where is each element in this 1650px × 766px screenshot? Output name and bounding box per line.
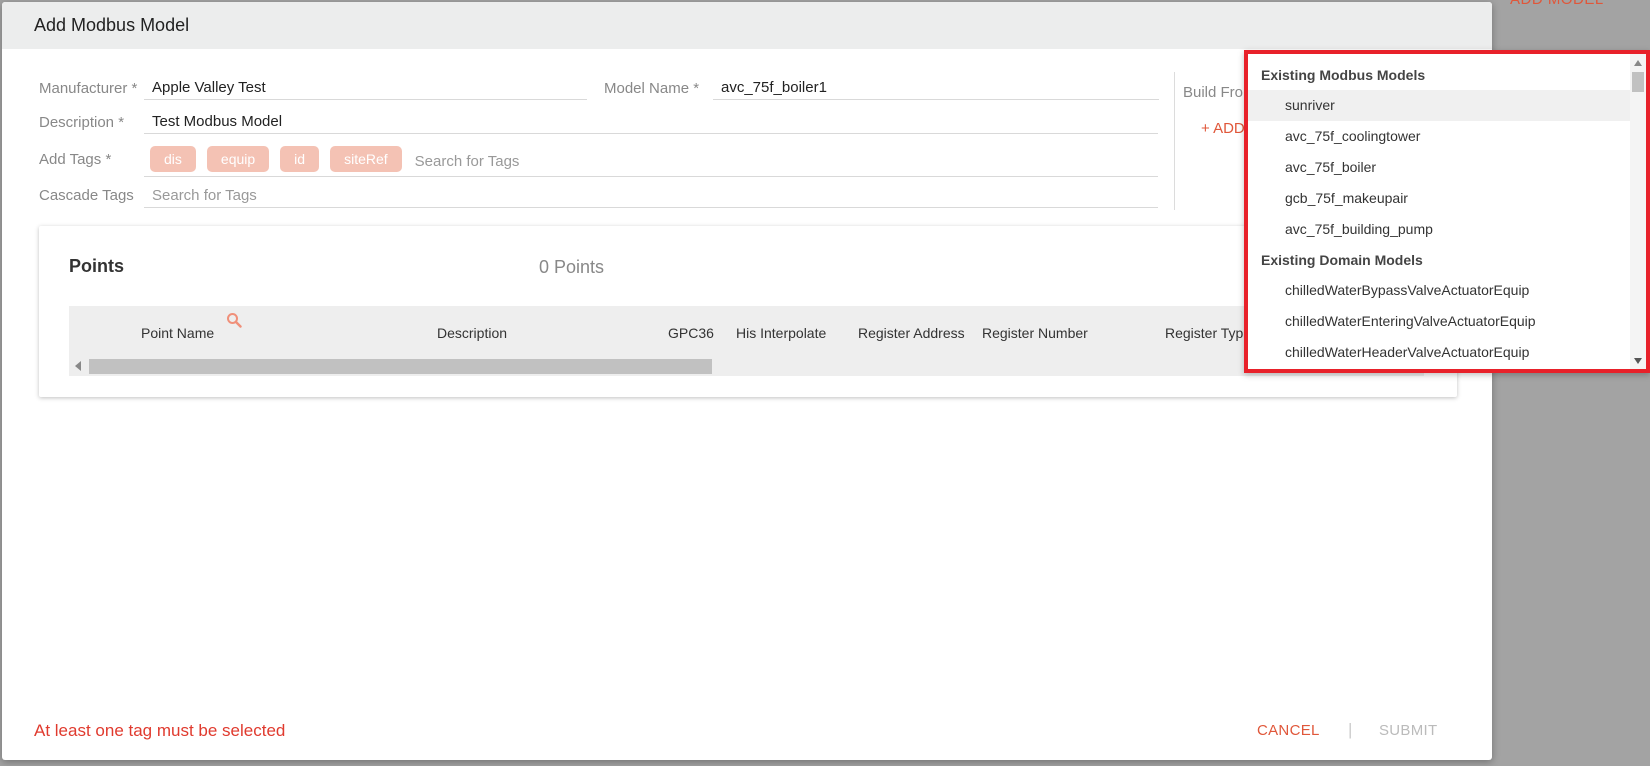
tag-chip-equip[interactable]: equip	[206, 145, 270, 172]
model-name-input[interactable]: avc_75f_boiler1	[713, 76, 1159, 100]
column-description[interactable]: Description	[437, 325, 507, 341]
cancel-button[interactable]: CANCEL	[1257, 722, 1320, 739]
column-gpc36[interactable]: GPC36	[668, 325, 714, 341]
description-value: Test Modbus Model	[152, 113, 283, 130]
manufacturer-input[interactable]: Apple Valley Test	[144, 76, 587, 100]
column-point-name[interactable]: Point Name	[141, 325, 214, 341]
dropdown-item[interactable]: avc_75f_building_pump	[1248, 214, 1630, 245]
tag-chip-id[interactable]: id	[280, 145, 320, 172]
dropdown-group-domain-models: Existing Domain Models	[1261, 252, 1423, 268]
dropdown-group-modbus-models: Existing Modbus Models	[1261, 67, 1426, 83]
add-tags-input[interactable]: dis equip id siteRef Search for Tags	[144, 141, 1158, 177]
dropdown-item[interactable]: chilledWaterBypassValveActuatorEquip	[1248, 275, 1630, 306]
dialog-header: Add Modbus Model	[2, 2, 1492, 49]
column-his-interpolate[interactable]: His Interpolate	[736, 325, 826, 341]
column-register-address[interactable]: Register Address	[858, 325, 965, 341]
add-model-button[interactable]: ADD MODEL	[1510, 0, 1604, 8]
dropdown-scrollbar[interactable]	[1630, 54, 1646, 369]
description-label: Description *	[39, 114, 125, 131]
dialog-title: Add Modbus Model	[34, 15, 190, 35]
cascade-tags-label: Cascade Tags	[39, 187, 134, 204]
points-title: Points	[69, 256, 125, 276]
model-name-value: avc_75f_boiler1	[721, 79, 827, 96]
form-divider	[1174, 72, 1175, 210]
add-tags-label: Add Tags *	[39, 150, 112, 168]
cascade-tags-row: Cascade Tags Search for Tags	[39, 182, 1158, 208]
build-from-add-button[interactable]: + ADD	[1201, 120, 1245, 137]
add-tags-search-placeholder[interactable]: Search for Tags	[415, 147, 520, 170]
model-name-label: Model Name *	[604, 80, 700, 97]
manufacturer-row: Manufacturer * Apple Valley Test	[39, 76, 587, 100]
tag-chip-dis[interactable]: dis	[150, 145, 196, 172]
build-from-dropdown: Existing Modbus Models sunriver avc_75f_…	[1244, 50, 1650, 373]
search-icon[interactable]	[226, 312, 242, 333]
points-count: 0 Points	[539, 257, 605, 277]
cascade-tags-placeholder: Search for Tags	[152, 187, 257, 204]
scroll-down-icon[interactable]	[1634, 358, 1642, 364]
dropdown-scrollbar-thumb[interactable]	[1632, 72, 1644, 92]
description-input[interactable]: Test Modbus Model	[144, 110, 1158, 134]
dropdown-item[interactable]: avc_75f_boiler	[1248, 152, 1630, 183]
dropdown-list: Existing Modbus Models sunriver avc_75f_…	[1248, 54, 1630, 369]
column-register-number[interactable]: Register Number	[982, 325, 1088, 341]
manufacturer-value: Apple Valley Test	[152, 79, 266, 96]
footer-separator: |	[1348, 720, 1353, 739]
scrollbar-thumb[interactable]	[89, 359, 712, 374]
dropdown-item[interactable]: avc_75f_coolingtower	[1248, 121, 1630, 152]
manufacturer-label: Manufacturer *	[39, 80, 138, 97]
submit-button[interactable]: SUBMIT	[1379, 722, 1437, 739]
tag-chip-siteref[interactable]: siteRef	[330, 145, 402, 172]
column-register-type[interactable]: Register Type	[1165, 325, 1251, 341]
cascade-tags-input[interactable]: Search for Tags	[144, 182, 1158, 208]
dropdown-item[interactable]: chilledWaterEnteringValveActuatorEquip	[1248, 306, 1630, 337]
add-tags-row: Add Tags * dis equip id siteRef Search f…	[39, 141, 1158, 177]
dropdown-item[interactable]: gcb_75f_makeupair	[1248, 183, 1630, 214]
description-row: Description * Test Modbus Model	[39, 110, 1158, 134]
points-table-header: Point Name Description GPC36 His Interpo…	[69, 306, 1424, 356]
scroll-up-icon[interactable]	[1634, 60, 1642, 66]
dropdown-item[interactable]: sunriver	[1248, 90, 1630, 121]
model-name-row: Model Name * avc_75f_boiler1	[604, 76, 1159, 100]
points-horizontal-scrollbar[interactable]	[69, 356, 1424, 376]
dropdown-item[interactable]: chilledWaterHeaderValveActuatorEquip	[1248, 337, 1630, 368]
scroll-left-icon[interactable]	[75, 361, 81, 371]
validation-error: At least one tag must be selected	[34, 721, 286, 740]
